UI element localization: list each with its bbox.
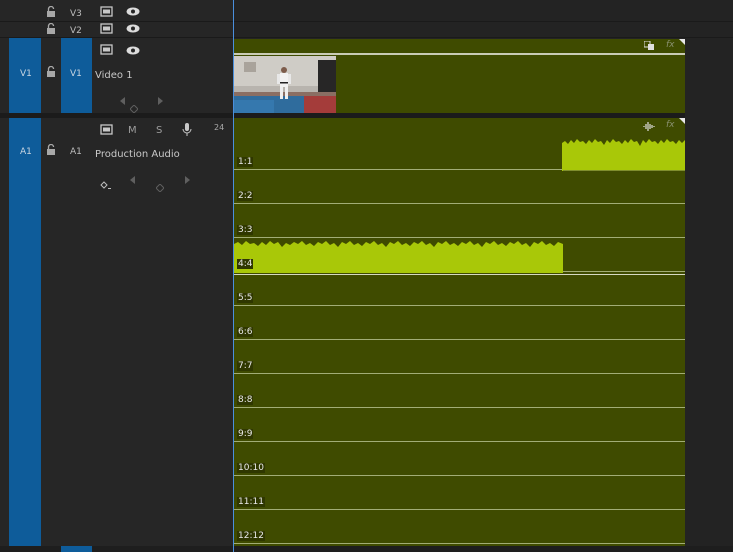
- keyframe-prev-icon[interactable]: [120, 97, 125, 105]
- channel-label: 10:10: [237, 463, 265, 473]
- fx-badge: fx: [666, 40, 675, 50]
- channel-label: 1:1: [237, 157, 254, 167]
- channel-separator: [234, 509, 685, 510]
- track-v1-target[interactable]: V1: [61, 38, 92, 113]
- track-v1-name: Video 1: [95, 70, 133, 81]
- channel-label: 2:2: [237, 191, 254, 201]
- channel-label: 7:7: [237, 361, 254, 371]
- channel-label: 5:5: [237, 293, 254, 303]
- track-v3-header: V3: [0, 5, 233, 21]
- keyframe-prev-icon[interactable]: [130, 176, 135, 184]
- scroll-strip: [0, 546, 733, 552]
- channel-separator: [234, 203, 685, 204]
- channel-separator: [234, 543, 685, 544]
- timeline-empty: [685, 38, 733, 546]
- channel-separator: [234, 441, 685, 442]
- track-v1-target-label: V1: [70, 69, 82, 79]
- channel-label: 6:6: [237, 327, 254, 337]
- channel-label: 9:9: [237, 429, 254, 439]
- lock-icon[interactable]: [46, 6, 56, 17]
- channel-separator: [234, 237, 685, 238]
- eye-icon[interactable]: [126, 24, 140, 33]
- track-a1-name: Production Audio: [95, 149, 180, 160]
- waveform-channel-1-gap: [563, 170, 685, 171]
- waveform-icon: [643, 122, 655, 131]
- clip-thumbnail: [234, 56, 336, 113]
- channel-separator-double: [234, 274, 685, 275]
- film-icon[interactable]: [100, 23, 113, 34]
- channel-separator: [234, 407, 685, 408]
- film-icon[interactable]: [100, 44, 113, 55]
- keyframe-next-icon[interactable]: [185, 176, 190, 184]
- link-icon: [644, 41, 655, 51]
- track-v1-source-label: V1: [20, 69, 32, 79]
- solo-button[interactable]: S: [156, 125, 162, 136]
- audio-clip[interactable]: fx: [234, 118, 685, 546]
- channel-separator: [234, 475, 685, 476]
- clip-corner-marker: [679, 118, 685, 124]
- channel-separator: [234, 305, 685, 306]
- track-v3-label: V3: [70, 9, 82, 19]
- lock-icon[interactable]: [46, 66, 56, 77]
- clip-top-line: [234, 53, 685, 55]
- waveform-channel-4: [234, 241, 563, 273]
- channel-label: 12:12: [237, 531, 265, 541]
- film-icon[interactable]: [100, 6, 113, 17]
- track-v2-label: V2: [70, 26, 82, 36]
- keyframe-nav-icon[interactable]: [155, 177, 165, 196]
- channel-label: 3:3: [237, 225, 254, 235]
- track-a1-header: A1 A1 M S 24 Production Audio: [0, 118, 233, 552]
- track-a1-source-label: A1: [20, 147, 32, 157]
- film-icon[interactable]: [100, 124, 113, 135]
- channel-separator: [234, 339, 685, 340]
- channel-label: 11:11: [237, 497, 265, 507]
- waveform-channel-1: [562, 139, 685, 171]
- keyframe-add-icon[interactable]: [100, 176, 112, 195]
- fx-badge: fx: [666, 120, 675, 130]
- channel-label: 8:8: [237, 395, 254, 405]
- track-v1-header: V1 V1 Video 1: [0, 38, 233, 114]
- microphone-icon[interactable]: [182, 123, 192, 137]
- lock-icon[interactable]: [46, 144, 56, 155]
- track-v1-source[interactable]: V1: [9, 38, 41, 113]
- channel-label: 4:4: [237, 259, 254, 269]
- eye-icon[interactable]: [126, 7, 140, 16]
- track-v2-header: V2: [0, 22, 233, 37]
- eye-icon[interactable]: [126, 46, 140, 55]
- playhead[interactable]: [233, 0, 234, 552]
- video-clip[interactable]: fx: [234, 39, 685, 113]
- mute-button[interactable]: M: [128, 125, 137, 136]
- track-target-stub: [61, 546, 92, 552]
- track-a1-target-label[interactable]: A1: [70, 147, 82, 157]
- lock-icon[interactable]: [46, 23, 56, 34]
- audio-meter-value: 24: [214, 123, 225, 132]
- track-a1-source[interactable]: A1: [9, 118, 41, 546]
- channel-separator: [234, 373, 685, 374]
- keyframe-next-icon[interactable]: [158, 97, 163, 105]
